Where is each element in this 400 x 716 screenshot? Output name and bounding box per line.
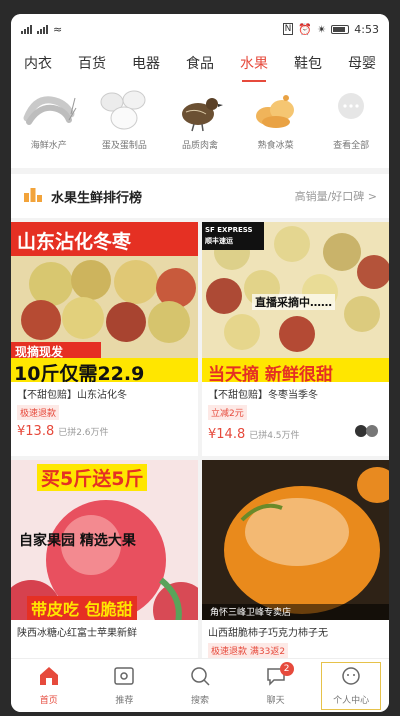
- nav-label: 搜索: [190, 695, 209, 706]
- status-bar: ≈ N ⏰ ✴ 4:53: [11, 14, 389, 44]
- product-card[interactable]: 山东沾化冬枣 现摘现发 10斤仅需22.9 【不甜包赔】山东沾化冬 极速退款 ¥…: [11, 222, 198, 456]
- banner-bottom-text: 带皮吃 包脆甜: [27, 596, 137, 620]
- status-time: 4:53: [354, 22, 379, 36]
- nav-label: 个人中心: [333, 695, 370, 706]
- search-icon: [189, 666, 211, 690]
- nav-label: 首页: [39, 695, 58, 706]
- nav-profile[interactable]: 个人中心: [321, 661, 382, 710]
- nav-home[interactable]: 首页: [19, 666, 79, 706]
- battery-icon: [331, 24, 350, 34]
- tab-general-goods[interactable]: 百货: [76, 49, 108, 77]
- product-name: 山西甜脆柿子巧克力柿子无: [208, 628, 328, 639]
- price-row: ¥13.8 已拼2.6万件: [11, 420, 198, 443]
- alarm-icon: ⏰: [298, 22, 313, 36]
- wifi-icon: ≈: [53, 22, 63, 36]
- ranking-header[interactable]: 水果生鲜排行榜 高销量/好口碑 >: [11, 174, 389, 218]
- product-name: 陕西冰糖心红富士苹果新鲜: [17, 628, 137, 639]
- tab-fruit[interactable]: 水果: [238, 49, 270, 82]
- banner-top-text: 山东沾化冬枣: [17, 231, 132, 253]
- product-price: ¥14.8: [208, 427, 246, 442]
- banner-mid-text: 自家果园 精选大果: [19, 533, 136, 549]
- product-price: ¥13.8: [17, 424, 55, 439]
- nav-chat[interactable]: 2 聊天: [246, 661, 306, 706]
- signal-icon: [21, 24, 32, 34]
- banner-bottom-text: 10斤仅需22.9: [14, 363, 145, 382]
- tab-food[interactable]: 食品: [184, 49, 216, 77]
- status-right: N ⏰ ✴ 4:53: [282, 22, 379, 36]
- signal-icon-2: [37, 24, 48, 34]
- product-tag: 极速退款: [17, 405, 60, 420]
- sf-express-logo: SF EXPRESS 顺丰速运: [205, 226, 253, 245]
- bluetooth-icon: ✴: [317, 22, 327, 36]
- store-name-banner: 角怀三峰卫峰专卖店: [210, 608, 292, 618]
- subcategory-label: 蛋及蛋制品: [101, 141, 147, 151]
- recommend-icon: [113, 666, 135, 690]
- snacks-icon: [248, 88, 304, 132]
- product-name: 【不甜包赔】山东沾化冬: [17, 390, 127, 401]
- nav-recommend[interactable]: 推荐: [94, 666, 154, 706]
- product-sold-count: 已拼2.6万件: [58, 428, 109, 438]
- banner-bottom-text: 当天摘 新鲜很甜: [208, 365, 333, 382]
- subcategory-deli[interactable]: 熟食冰菜: [245, 88, 307, 151]
- profile-icon: [340, 666, 362, 690]
- bar-chart-icon: [23, 186, 43, 206]
- status-left: ≈: [21, 23, 62, 36]
- category-tabs: 内衣 百货 电器 食品 水果 鞋包 母婴: [11, 44, 389, 82]
- ranking-title: 水果生鲜排行榜: [51, 190, 143, 206]
- price-row: ¥14.8 已拼4.5万件: [202, 420, 389, 446]
- product-image: SF EXPRESS 顺丰速运 直播采摘中…… 当天摘 新鲜很甜: [202, 222, 389, 382]
- banner-top-text: 买5斤送5斤: [37, 464, 148, 491]
- product-tag: 极速退款 满33返2: [208, 643, 289, 658]
- eggs-icon: [96, 88, 152, 132]
- product-tag: 立减2元: [208, 405, 247, 420]
- product-image: 山东沾化冬枣 现摘现发 10斤仅需22.9: [11, 222, 198, 382]
- more-icon: [323, 88, 379, 132]
- banner-mid-text: 直播采摘中……: [252, 294, 335, 310]
- subcategory-label: 海鲜水产: [30, 141, 67, 151]
- banner-mid-text: 现摘现发: [15, 345, 64, 359]
- tab-underwear[interactable]: 内衣: [22, 49, 54, 77]
- bottom-nav: 首页 推荐 搜索 2 聊天 个人中心: [11, 658, 389, 712]
- nav-search[interactable]: 搜索: [170, 666, 230, 706]
- home-icon: [38, 666, 60, 690]
- product-card[interactable]: SF EXPRESS 顺丰速运 直播采摘中…… 当天摘 新鲜很甜 【不甜包赔】冬…: [202, 222, 389, 456]
- ranking-title-wrap: 水果生鲜排行榜: [23, 186, 142, 206]
- subcategory-label: 熟食冰菜: [257, 141, 294, 151]
- nfc-icon: N: [282, 23, 294, 35]
- subcategory-row: 海鲜水产 蛋及蛋制品 品质肉禽 熟食冰菜 查看全部: [11, 82, 389, 168]
- tab-baby[interactable]: 母婴: [346, 49, 378, 77]
- phone-screen: ≈ N ⏰ ✴ 4:53 内衣 百货 电器 食品 水果 鞋包 母婴 海鲜水产 蛋…: [11, 14, 389, 712]
- ranking-more-link[interactable]: 高销量/好口碑 >: [295, 188, 377, 204]
- subcategory-label: 品质肉禽: [181, 141, 218, 151]
- nav-label: 聊天: [266, 695, 285, 706]
- product-sold-count: 已拼4.5万件: [249, 431, 300, 441]
- nav-label: 推荐: [115, 695, 134, 706]
- buyer-avatars: [353, 424, 383, 438]
- subcategory-eggs[interactable]: 蛋及蛋制品: [93, 88, 155, 151]
- product-grid: 山东沾化冬枣 现摘现发 10斤仅需22.9 【不甜包赔】山东沾化冬 极速退款 ¥…: [11, 218, 389, 694]
- product-image: 买5斤送5斤 自家果园 精选大果 带皮吃 包脆甜: [11, 460, 198, 620]
- chat-unread-badge: 2: [279, 661, 294, 676]
- subcategory-meat[interactable]: 品质肉禽: [169, 88, 231, 151]
- subcategory-label: 查看全部: [333, 141, 370, 151]
- product-name: 【不甜包赔】冬枣当季冬: [208, 390, 318, 401]
- quail-icon: [172, 88, 228, 132]
- subcategory-seafood[interactable]: 海鲜水产: [18, 88, 80, 151]
- product-image: 角怀三峰卫峰专卖店: [202, 460, 389, 620]
- tab-appliances[interactable]: 电器: [130, 49, 162, 77]
- shrimp-icon: [21, 88, 77, 132]
- tab-shoes-bags[interactable]: 鞋包: [292, 49, 324, 77]
- subcategory-view-all[interactable]: 查看全部: [320, 88, 382, 151]
